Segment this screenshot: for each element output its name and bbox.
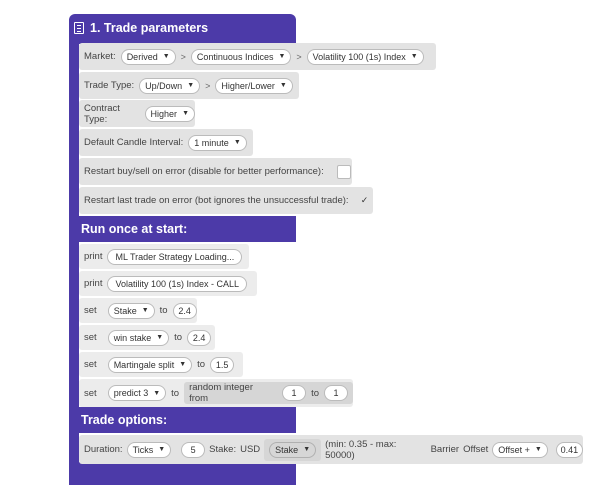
chevron-down-icon: ▼ xyxy=(303,446,311,453)
chevron-down-icon: ▼ xyxy=(179,361,187,368)
trade-type-category-dropdown[interactable]: Up/Down ▼ xyxy=(139,77,201,94)
restart-last-trade-label: Restart last trade on error (bot ignores… xyxy=(84,195,349,206)
restart-buysell-row: Restart buy/sell on error (disable for b… xyxy=(79,158,352,185)
candle-interval-label: Default Candle Interval: xyxy=(84,137,184,148)
chevron-down-icon: ▼ xyxy=(410,53,418,60)
chevron-down-icon: ▼ xyxy=(141,307,149,314)
duration-value-input[interactable]: 5 xyxy=(181,441,206,458)
restart-buysell-label: Restart buy/sell on error (disable for b… xyxy=(84,166,324,177)
to-label: to xyxy=(311,387,319,399)
market-row: Market: Derived ▼ > Continuous Indices ▼ >… xyxy=(79,43,436,70)
variable-dropdown[interactable]: Stake ▼ xyxy=(107,302,155,319)
contract-type-row: Contract Type: Higher ▼ xyxy=(79,100,195,127)
run-once-title: Run once at start: xyxy=(81,222,188,236)
chevron-down-icon: ▼ xyxy=(279,82,287,89)
number-input[interactable]: 1.5 xyxy=(210,356,235,373)
set-label: set xyxy=(84,305,97,316)
random-from-input[interactable]: 1 xyxy=(282,385,307,401)
contract-type-label: Contract Type: xyxy=(84,102,120,125)
min-max-label: (min: 0.35 - max: 50000) xyxy=(325,438,397,461)
trade-type-dropdown[interactable]: Higher/Lower ▼ xyxy=(215,77,293,94)
restart-last-trade-checkbox[interactable]: ✓ xyxy=(358,194,372,208)
chevron-down-icon: ▼ xyxy=(278,53,286,60)
set-row-predict: set predict 3 ▼ to random integer from 1 … xyxy=(79,379,353,407)
section-title: 1. Trade parameters xyxy=(90,21,209,35)
duration-label: Duration: xyxy=(84,444,123,455)
print-label: print xyxy=(84,251,103,262)
chevron-down-icon: ▼ xyxy=(158,446,166,453)
stake-block[interactable]: Stake ▼ xyxy=(264,438,322,461)
trade-type-label: Trade Type: xyxy=(84,80,135,91)
chevron-down-icon: ▼ xyxy=(162,53,170,60)
number-input[interactable]: 2.4 xyxy=(172,302,197,319)
block-bottom xyxy=(69,462,296,485)
random-integer-block[interactable]: random integer from 1 to 1 xyxy=(184,382,353,404)
to-label: to xyxy=(171,387,180,399)
print-text-field-1[interactable]: ML Trader Strategy Loading... xyxy=(107,248,243,265)
random-label: random integer from xyxy=(189,382,253,404)
separator: > xyxy=(180,51,186,62)
separator: > xyxy=(296,51,302,62)
stake-label: Stake: xyxy=(209,444,237,455)
to-label: to xyxy=(159,305,168,316)
candle-interval-row: Default Candle Interval: 1 minute ▼ xyxy=(79,129,253,156)
offset-label: Offset xyxy=(463,444,489,455)
symbol-dropdown[interactable]: Volatility 100 (1s) Index ▼ xyxy=(306,48,424,65)
restart-last-trade-row: Restart last trade on error (bot ignores… xyxy=(79,187,373,214)
barrier-label: Barrier xyxy=(430,444,460,455)
variable-dropdown[interactable]: win stake ▼ xyxy=(107,329,170,346)
check-icon: ✓ xyxy=(360,195,369,205)
stake-variable-dropdown[interactable]: Stake ▼ xyxy=(269,441,317,458)
variable-dropdown[interactable]: predict 3 ▼ xyxy=(107,385,167,401)
set-label: set xyxy=(84,332,97,343)
restart-buysell-checkbox[interactable] xyxy=(336,164,351,179)
offset-dropdown[interactable]: Offset + ▼ xyxy=(492,441,548,458)
set-row-win-stake: set win stake ▼ to 2.4 xyxy=(79,325,215,350)
candle-interval-dropdown[interactable]: 1 minute ▼ xyxy=(188,134,247,151)
print-text-field-2[interactable]: Volatility 100 (1s) Index - CALL xyxy=(107,275,248,292)
print-row-2: print Volatility 100 (1s) Index - CALL xyxy=(79,271,257,296)
market-label: Market: xyxy=(84,51,116,62)
chevron-down-icon: ▼ xyxy=(182,110,189,117)
contract-type-dropdown[interactable]: Higher ▼ xyxy=(144,105,195,122)
trade-options-row: Duration: Ticks ▼ 5 Stake: USD Stake ▼ (mi… xyxy=(79,435,583,464)
trade-parameters-header[interactable]: 1. Trade parameters xyxy=(74,20,208,36)
variable-dropdown[interactable]: Martingale split ▼ xyxy=(107,356,193,373)
chevron-down-icon: ▼ xyxy=(153,389,161,397)
to-label: to xyxy=(174,332,183,343)
set-row-stake: set Stake ▼ to 2.4 xyxy=(79,298,197,323)
trade-options-title: Trade options: xyxy=(81,413,168,427)
separator: > xyxy=(205,80,211,91)
duration-unit-dropdown[interactable]: Ticks ▼ xyxy=(126,441,172,458)
currency-label: USD xyxy=(240,444,261,455)
offset-value-input[interactable]: 0.41 xyxy=(555,441,583,458)
chevron-down-icon: ▼ xyxy=(156,334,164,341)
chevron-down-icon: ▼ xyxy=(534,446,542,453)
set-row-martingale: set Martingale split ▼ to 1.5 xyxy=(79,352,243,377)
collapse-icon[interactable] xyxy=(74,22,84,34)
submarket-dropdown[interactable]: Continuous Indices ▼ xyxy=(190,48,292,65)
set-label: set xyxy=(84,387,97,399)
print-row-1: print ML Trader Strategy Loading... xyxy=(79,244,249,269)
trade-type-row: Trade Type: Up/Down ▼ > Higher/Lower ▼ xyxy=(79,72,299,99)
set-label: set xyxy=(84,359,97,370)
chevron-down-icon: ▼ xyxy=(187,82,195,89)
market-dropdown[interactable]: Derived ▼ xyxy=(120,48,176,65)
random-to-input[interactable]: 1 xyxy=(324,385,348,401)
print-label: print xyxy=(84,278,103,289)
to-label: to xyxy=(197,359,206,370)
number-input[interactable]: 2.4 xyxy=(187,329,212,346)
chevron-down-icon: ▼ xyxy=(233,139,241,146)
